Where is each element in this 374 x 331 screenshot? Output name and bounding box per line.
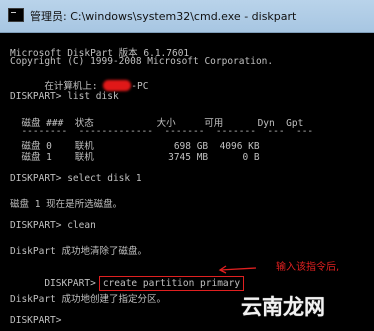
console-line: 磁盘 1 现在是所选磁盘。 (10, 199, 123, 210)
prompt: DISKPART> (44, 278, 96, 289)
console-output[interactable]: Microsoft DiskPart 版本 6.1.7601 Copyright… (0, 33, 374, 331)
console-line: DISKPART> list disk (10, 91, 119, 102)
console-line: DiskPart 成功地创建了指定分区。 (10, 294, 166, 305)
console-line: DISKPART> (10, 315, 62, 326)
highlighted-command: create partition primary (98, 276, 245, 291)
console-line: DiskPart 成功地清除了磁盘。 (10, 246, 147, 257)
console-line: DISKPART> select disk 1 (10, 173, 142, 184)
console-line: Copyright (C) 1999-2008 Microsoft Corpor… (10, 56, 274, 67)
watermark: 云南龙网 (241, 295, 325, 319)
cmd-icon (8, 8, 24, 22)
cmd-window: 管理员: C:\windows\system32\cmd.exe - diskp… (0, 0, 374, 331)
annotation-text: 输入该指令后, (276, 262, 340, 273)
redacted-name (103, 80, 132, 91)
title-bar[interactable]: 管理员: C:\windows\system32\cmd.exe - diskp… (0, 0, 374, 33)
annotation-arrow-icon (218, 265, 257, 274)
disk-table-row: 磁盘 1 联机 3745 MB 0 B (10, 152, 260, 163)
disk-table-divider: -------- ------------- ------- ------- -… (10, 126, 314, 137)
console-line: DISKPART> clean (10, 220, 96, 231)
window-title: 管理员: C:\windows\system32\cmd.exe - diskp… (30, 10, 297, 23)
computer-suffix: -PC (131, 81, 149, 92)
